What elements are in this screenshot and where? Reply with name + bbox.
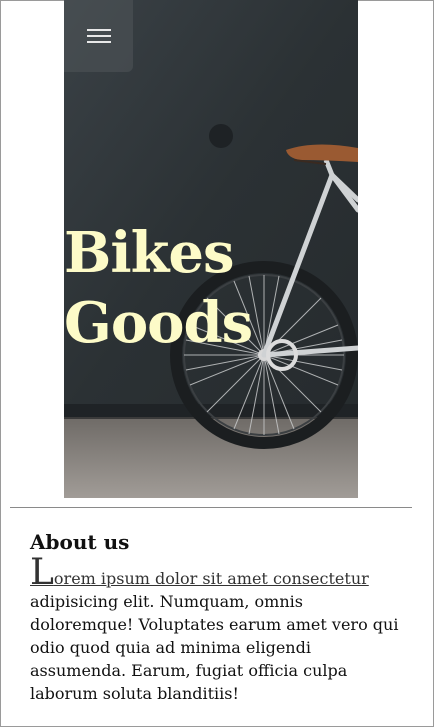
about-heading: About us — [30, 530, 130, 554]
about-section: About us Lorem ipsum dolor sit amet cons… — [30, 528, 410, 705]
hero-title-line-1: Bikes — [64, 220, 235, 286]
about-body-text: adipisicing elit. Numquam, omnis dolorem… — [30, 592, 399, 703]
hamburger-icon — [86, 25, 111, 47]
hero-banner: Bikes Goods — [64, 0, 358, 498]
about-paragraph: Lorem ipsum dolor sit amet consectetur a… — [30, 555, 410, 705]
lead-link[interactable]: Lorem ipsum dolor sit amet consectetur — [30, 555, 369, 591]
menu-button[interactable] — [64, 0, 133, 72]
hero-title: Bikes Goods — [64, 218, 253, 358]
section-divider — [10, 507, 412, 508]
lead-link-text: orem ipsum dolor sit amet consectetur — [53, 569, 369, 588]
hero-title-line-2: Goods — [64, 290, 253, 356]
drop-cap: L — [30, 552, 54, 593]
